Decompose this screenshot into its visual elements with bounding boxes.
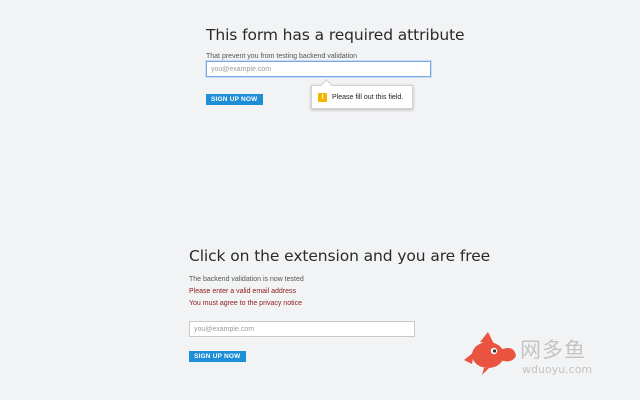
free-email-input[interactable] [189,321,415,337]
validation-tooltip: ! Please fill out this field. [311,85,413,109]
watermark-url: wduoyu.com [522,363,593,376]
warning-icon: ! [318,92,327,102]
free-form-note: The backend validation is now tested [189,276,304,283]
privacy-error-message: You must agree to the privacy notice [189,300,302,307]
free-signup-button[interactable]: SIGN UP NOW [189,351,246,362]
required-form-title: This form has a required attribute [206,26,465,44]
watermark-text: 网多鱼 [520,338,586,362]
email-error-message: Please enter a valid email address [189,288,297,295]
required-signup-button[interactable]: SIGN UP NOW [206,94,263,105]
fish-logo-icon [464,332,516,375]
required-form-note: That prevent you from testing backend va… [206,53,357,60]
validation-tooltip-message: Please fill out this field. [332,93,404,101]
free-form: Click on the extension and you are free … [189,247,491,363]
required-email-input[interactable] [206,61,431,77]
watermark: 网多鱼 wduoyu.com [462,330,602,380]
free-form-title: Click on the extension and you are free [189,247,491,265]
